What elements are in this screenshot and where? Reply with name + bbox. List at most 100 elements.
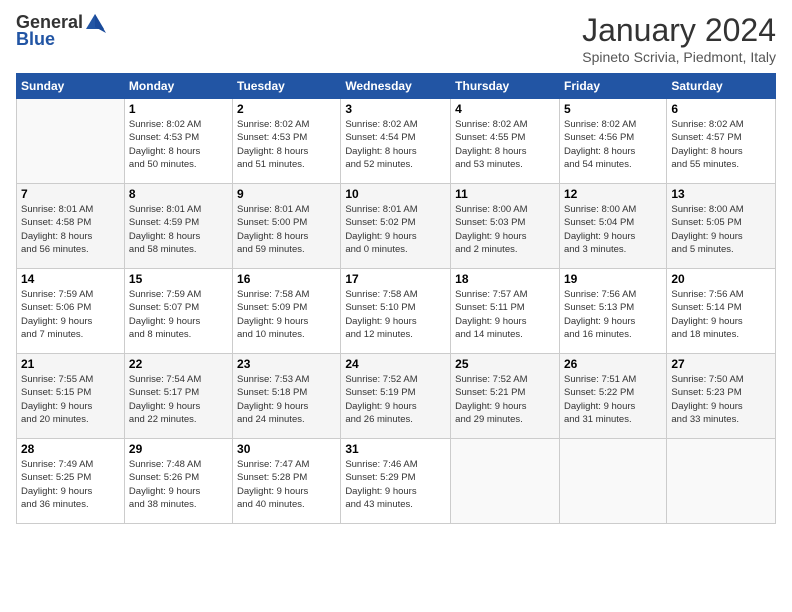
- day-info: Sunrise: 7:53 AM Sunset: 5:18 PM Dayligh…: [237, 373, 336, 426]
- calendar-cell: 8Sunrise: 8:01 AM Sunset: 4:59 PM Daylig…: [124, 184, 232, 269]
- calendar-cell: 6 Sunrise: 8:02 AM Sunset: 4:57 PM Daylig…: [667, 99, 776, 184]
- day-info: Sunrise: 7:50 AM Sunset: 5:23 PM Dayligh…: [671, 373, 771, 426]
- day-info: Sunrise: 7:57 AM Sunset: 5:11 PM Dayligh…: [455, 288, 555, 341]
- day-info: Sunrise: 8:01 AM Sunset: 5:02 PM Dayligh…: [345, 203, 446, 256]
- calendar-cell: 5 Sunrise: 8:02 AM Sunset: 4:56 PM Daylig…: [559, 99, 666, 184]
- weekday-header-monday: Monday: [124, 74, 232, 99]
- day-number: 19: [564, 272, 662, 286]
- calendar-cell: 24 Sunrise: 7:52 AM Sunset: 5:19 PM Dayli…: [341, 354, 451, 439]
- day-number: 29: [129, 442, 228, 456]
- page: General Blue January 2024 Spineto Scrivi…: [0, 0, 792, 612]
- day-number: 9: [237, 187, 336, 201]
- weekday-header-sunday: Sunday: [17, 74, 125, 99]
- calendar-cell: 19 Sunrise: 7:56 AM Sunset: 5:13 PM Dayli…: [559, 269, 666, 354]
- calendar-cell: 20 Sunrise: 7:56 AM Sunset: 5:14 PM Dayli…: [667, 269, 776, 354]
- calendar-cell: 4 Sunrise: 8:02 AM Sunset: 4:55 PM Daylig…: [451, 99, 560, 184]
- calendar-cell: 22 Sunrise: 7:54 AM Sunset: 5:17 PM Dayli…: [124, 354, 232, 439]
- day-number: 21: [21, 357, 120, 371]
- day-info: Sunrise: 7:55 AM Sunset: 5:15 PM Dayligh…: [21, 373, 120, 426]
- day-number: 4: [455, 102, 555, 116]
- calendar-cell: 26 Sunrise: 7:51 AM Sunset: 5:22 PM Dayli…: [559, 354, 666, 439]
- calendar-cell: 17Sunrise: 7:58 AM Sunset: 5:10 PM Dayli…: [341, 269, 451, 354]
- day-info: Sunrise: 7:58 AM Sunset: 5:09 PM Dayligh…: [237, 288, 336, 341]
- calendar-cell: [451, 439, 560, 524]
- calendar-cell: 11 Sunrise: 8:00 AM Sunset: 5:03 PM Dayli…: [451, 184, 560, 269]
- day-info: Sunrise: 7:56 AM Sunset: 5:14 PM Dayligh…: [671, 288, 771, 341]
- day-number: 3: [345, 102, 446, 116]
- day-number: 14: [21, 272, 120, 286]
- day-number: 27: [671, 357, 771, 371]
- week-row-2: 14 Sunrise: 7:59 AM Sunset: 5:06 PM Dayli…: [17, 269, 776, 354]
- day-number: 1: [129, 102, 228, 116]
- day-number: 20: [671, 272, 771, 286]
- calendar-cell: [559, 439, 666, 524]
- day-number: 31: [345, 442, 446, 456]
- day-number: 26: [564, 357, 662, 371]
- week-row-1: 7Sunrise: 8:01 AM Sunset: 4:58 PM Daylig…: [17, 184, 776, 269]
- day-info: Sunrise: 7:56 AM Sunset: 5:13 PM Dayligh…: [564, 288, 662, 341]
- day-number: 18: [455, 272, 555, 286]
- day-info: Sunrise: 8:00 AM Sunset: 5:03 PM Dayligh…: [455, 203, 555, 256]
- day-number: 24: [345, 357, 446, 371]
- calendar-cell: 3 Sunrise: 8:02 AM Sunset: 4:54 PM Daylig…: [341, 99, 451, 184]
- week-row-3: 21 Sunrise: 7:55 AM Sunset: 5:15 PM Dayli…: [17, 354, 776, 439]
- day-info: Sunrise: 8:02 AM Sunset: 4:55 PM Dayligh…: [455, 118, 555, 171]
- day-number: 13: [671, 187, 771, 201]
- weekday-header-friday: Friday: [559, 74, 666, 99]
- calendar-cell: [667, 439, 776, 524]
- day-info: Sunrise: 8:02 AM Sunset: 4:54 PM Dayligh…: [345, 118, 446, 171]
- day-number: 25: [455, 357, 555, 371]
- calendar-cell: 30Sunrise: 7:47 AM Sunset: 5:28 PM Dayli…: [233, 439, 341, 524]
- day-info: Sunrise: 7:52 AM Sunset: 5:19 PM Dayligh…: [345, 373, 446, 426]
- logo: General Blue: [16, 12, 106, 50]
- day-info: Sunrise: 7:49 AM Sunset: 5:25 PM Dayligh…: [21, 458, 120, 511]
- subtitle: Spineto Scrivia, Piedmont, Italy: [582, 49, 776, 65]
- calendar-cell: 28Sunrise: 7:49 AM Sunset: 5:25 PM Dayli…: [17, 439, 125, 524]
- calendar-cell: 13 Sunrise: 8:00 AM Sunset: 5:05 PM Dayli…: [667, 184, 776, 269]
- calendar-cell: 25 Sunrise: 7:52 AM Sunset: 5:21 PM Dayli…: [451, 354, 560, 439]
- calendar-cell: 14 Sunrise: 7:59 AM Sunset: 5:06 PM Dayli…: [17, 269, 125, 354]
- day-info: Sunrise: 7:51 AM Sunset: 5:22 PM Dayligh…: [564, 373, 662, 426]
- calendar-cell: 15 Sunrise: 7:59 AM Sunset: 5:07 PM Dayli…: [124, 269, 232, 354]
- calendar-cell: 29Sunrise: 7:48 AM Sunset: 5:26 PM Dayli…: [124, 439, 232, 524]
- day-number: 5: [564, 102, 662, 116]
- day-info: Sunrise: 8:02 AM Sunset: 4:57 PM Dayligh…: [671, 118, 771, 171]
- calendar-cell: 9 Sunrise: 8:01 AM Sunset: 5:00 PM Daylig…: [233, 184, 341, 269]
- logo-icon: [84, 11, 106, 33]
- header: General Blue January 2024 Spineto Scrivi…: [16, 12, 776, 65]
- calendar-cell: [17, 99, 125, 184]
- calendar-cell: 2Sunrise: 8:02 AM Sunset: 4:53 PM Daylig…: [233, 99, 341, 184]
- day-number: 22: [129, 357, 228, 371]
- day-number: 15: [129, 272, 228, 286]
- week-row-0: 1 Sunrise: 8:02 AM Sunset: 4:53 PM Daylig…: [17, 99, 776, 184]
- day-number: 11: [455, 187, 555, 201]
- day-info: Sunrise: 7:59 AM Sunset: 5:06 PM Dayligh…: [21, 288, 120, 341]
- calendar-cell: 23Sunrise: 7:53 AM Sunset: 5:18 PM Dayli…: [233, 354, 341, 439]
- day-info: Sunrise: 8:02 AM Sunset: 4:53 PM Dayligh…: [129, 118, 228, 171]
- day-info: Sunrise: 8:00 AM Sunset: 5:04 PM Dayligh…: [564, 203, 662, 256]
- day-info: Sunrise: 7:54 AM Sunset: 5:17 PM Dayligh…: [129, 373, 228, 426]
- title-area: January 2024 Spineto Scrivia, Piedmont, …: [582, 12, 776, 65]
- day-number: 2: [237, 102, 336, 116]
- day-info: Sunrise: 7:59 AM Sunset: 5:07 PM Dayligh…: [129, 288, 228, 341]
- calendar-cell: 21 Sunrise: 7:55 AM Sunset: 5:15 PM Dayli…: [17, 354, 125, 439]
- day-number: 6: [671, 102, 771, 116]
- calendar-table: SundayMondayTuesdayWednesdayThursdayFrid…: [16, 73, 776, 524]
- logo-blue: Blue: [16, 29, 55, 50]
- day-number: 10: [345, 187, 446, 201]
- week-row-4: 28Sunrise: 7:49 AM Sunset: 5:25 PM Dayli…: [17, 439, 776, 524]
- day-number: 8: [129, 187, 228, 201]
- day-info: Sunrise: 8:01 AM Sunset: 5:00 PM Dayligh…: [237, 203, 336, 256]
- day-info: Sunrise: 7:52 AM Sunset: 5:21 PM Dayligh…: [455, 373, 555, 426]
- day-number: 7: [21, 187, 120, 201]
- calendar-cell: 16 Sunrise: 7:58 AM Sunset: 5:09 PM Dayli…: [233, 269, 341, 354]
- day-info: Sunrise: 7:46 AM Sunset: 5:29 PM Dayligh…: [345, 458, 446, 511]
- day-number: 30: [237, 442, 336, 456]
- day-info: Sunrise: 8:00 AM Sunset: 5:05 PM Dayligh…: [671, 203, 771, 256]
- day-number: 16: [237, 272, 336, 286]
- calendar-cell: 1 Sunrise: 8:02 AM Sunset: 4:53 PM Daylig…: [124, 99, 232, 184]
- day-info: Sunrise: 7:58 AM Sunset: 5:10 PM Dayligh…: [345, 288, 446, 341]
- calendar-cell: 27 Sunrise: 7:50 AM Sunset: 5:23 PM Dayli…: [667, 354, 776, 439]
- weekday-header-saturday: Saturday: [667, 74, 776, 99]
- day-info: Sunrise: 8:02 AM Sunset: 4:56 PM Dayligh…: [564, 118, 662, 171]
